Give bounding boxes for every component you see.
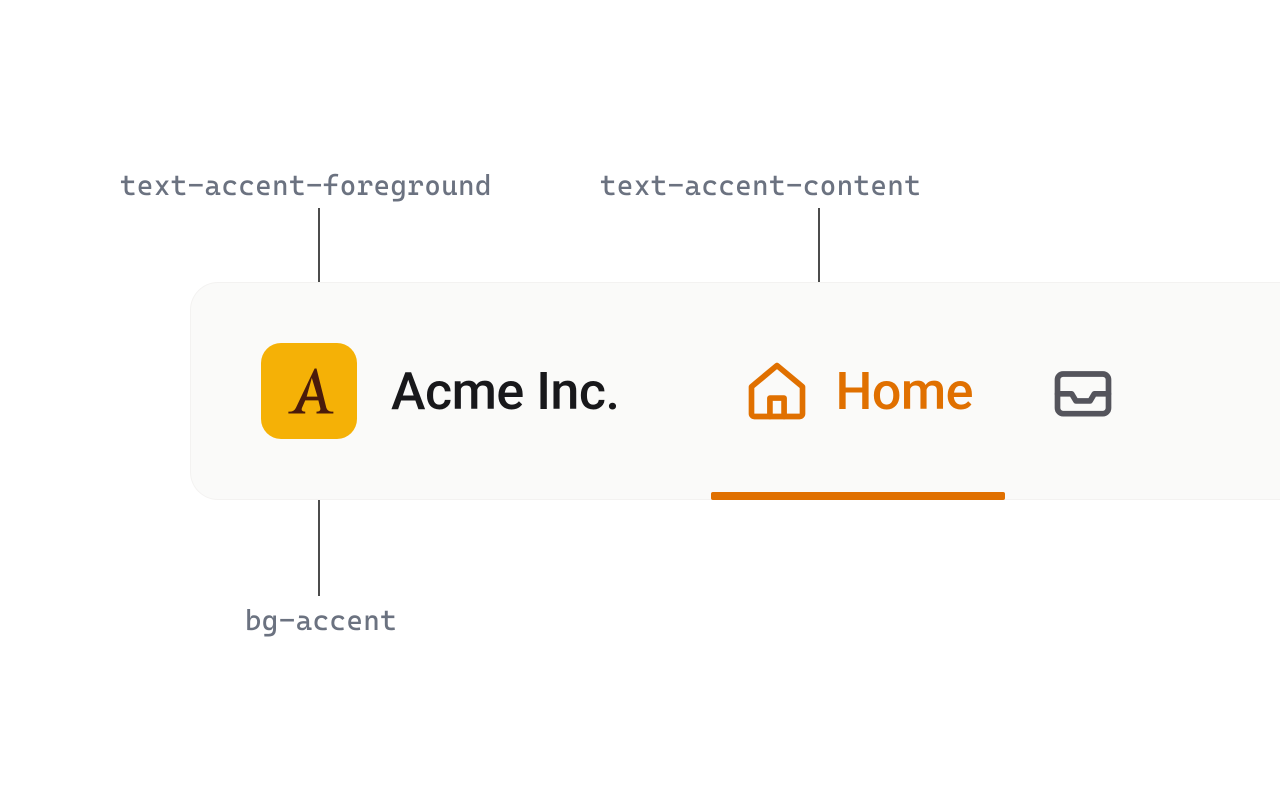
brand: Acme Inc. bbox=[261, 343, 619, 439]
tab-home-label: Home bbox=[835, 361, 973, 422]
brand-letter-icon bbox=[279, 361, 339, 421]
tab-active-underline bbox=[711, 492, 1005, 500]
inbox-icon bbox=[1049, 357, 1117, 425]
annotation-label-text-accent-content: text-accent-content bbox=[600, 169, 921, 202]
annotation-label-text-accent-foreground: text-accent-foreground bbox=[120, 169, 492, 202]
annotation-label-bg-accent: bg-accent bbox=[245, 604, 397, 637]
brand-name: Acme Inc. bbox=[391, 361, 619, 422]
tab-home[interactable]: Home bbox=[729, 283, 987, 499]
brand-badge bbox=[261, 343, 357, 439]
home-icon bbox=[743, 357, 811, 425]
navbar: Acme Inc. Home bbox=[190, 282, 1280, 500]
tabs: Home bbox=[729, 283, 1117, 499]
tab-inbox[interactable] bbox=[1035, 283, 1117, 499]
